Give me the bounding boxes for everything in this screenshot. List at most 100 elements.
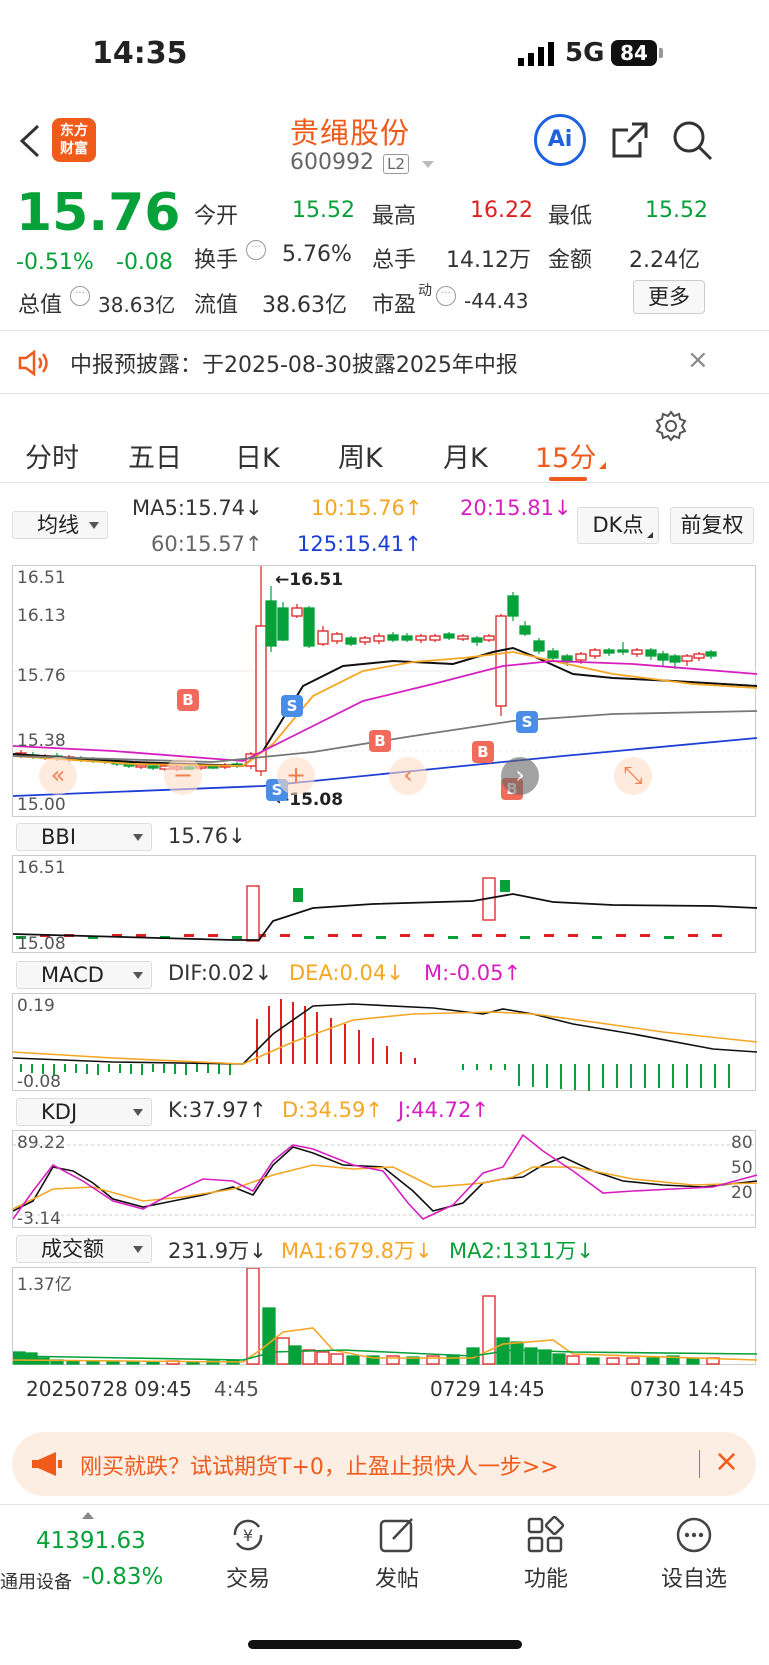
scroll-right-icon[interactable]: › bbox=[501, 757, 539, 795]
watchlist-button[interactable]: 设自选 bbox=[634, 1515, 754, 1593]
open-label: 今开 bbox=[194, 204, 239, 229]
low-label: 最低 bbox=[548, 204, 593, 229]
scroll-left-icon[interactable]: ‹ bbox=[389, 757, 427, 795]
ma-select[interactable]: 均线 bbox=[12, 511, 108, 539]
close-icon[interactable]: × bbox=[687, 345, 709, 375]
candle-body bbox=[331, 633, 343, 642]
amount-y-top: 1.37亿 bbox=[17, 1275, 72, 1295]
bbi-value: 15.76↓ bbox=[168, 824, 246, 848]
app-logo: 东方 财富 bbox=[52, 118, 96, 162]
macd-svg bbox=[13, 999, 757, 1091]
search-icon[interactable] bbox=[672, 120, 714, 162]
candle-body bbox=[631, 649, 643, 655]
info-icon[interactable]: ··· bbox=[70, 286, 90, 306]
info-icon[interactable]: ··· bbox=[436, 286, 456, 306]
candle-body bbox=[429, 635, 441, 641]
macd-select[interactable]: MACD bbox=[16, 961, 152, 989]
kdj-chart[interactable]: 89.22 -3.14 80 50 20 bbox=[12, 1130, 757, 1229]
amount-bar bbox=[262, 1307, 276, 1365]
bbi-candle bbox=[592, 936, 602, 939]
gear-icon[interactable] bbox=[655, 410, 687, 442]
bbi-candle bbox=[328, 934, 338, 937]
buy-signal[interactable]: B bbox=[177, 689, 199, 711]
tab-15min[interactable]: 15分 bbox=[535, 436, 596, 475]
amount-bar bbox=[686, 1357, 700, 1365]
more-button[interactable]: 更多 bbox=[633, 280, 705, 314]
buy-signal[interactable]: B bbox=[472, 741, 494, 763]
candle-body bbox=[617, 649, 629, 653]
fullscreen-icon[interactable]: ⤡ bbox=[614, 757, 652, 795]
stock-code-row[interactable]: 600992 L2 bbox=[290, 150, 435, 178]
post-label: 发帖 bbox=[374, 1567, 419, 1592]
mktcap-label: 总值 bbox=[18, 293, 63, 318]
notice-bar[interactable]: 中报预披露：于2025-08-30披露2025年中报 × bbox=[0, 331, 769, 393]
open-value: 15.52 bbox=[292, 198, 355, 223]
candle-body bbox=[443, 633, 455, 639]
index-ticker[interactable]: 41391.63 通用设备 -0.83% bbox=[0, 1510, 180, 1593]
candle-body bbox=[147, 765, 159, 769]
logo-text-1: 东方 bbox=[60, 123, 88, 139]
home-indicator bbox=[248, 1640, 522, 1649]
share-icon[interactable] bbox=[610, 120, 650, 160]
post-button[interactable]: 发帖 bbox=[337, 1515, 457, 1593]
dk-button[interactable]: DK点 bbox=[577, 507, 659, 544]
info-icon[interactable]: ··· bbox=[246, 240, 266, 260]
scroll-left-fast-icon[interactable]: « bbox=[39, 757, 77, 795]
tab-zhouk[interactable]: 周K bbox=[338, 436, 383, 475]
tab-dropdown-icon bbox=[599, 462, 606, 469]
tab-wuri[interactable]: 五日 bbox=[128, 436, 182, 475]
bbi-chart[interactable]: 16.51 15.08 bbox=[12, 855, 757, 954]
tab-yuek[interactable]: 月K bbox=[443, 436, 488, 475]
j-line bbox=[13, 1133, 757, 1220]
bbi-candle bbox=[208, 934, 218, 937]
candle-body bbox=[471, 637, 483, 643]
banner-text: 刚买就跌？试试期货T+0，止盈止损快人一步>> bbox=[80, 1455, 559, 1480]
nav-bar: 东方 财富 贵绳股份 600992 L2 Ai bbox=[0, 110, 769, 194]
ma20-value: 20:15.81↓ bbox=[460, 496, 572, 520]
x-axis-label: 20250728 09:45 bbox=[26, 1377, 192, 1401]
ai-button[interactable]: Ai bbox=[534, 114, 586, 166]
status-time: 14:35 bbox=[92, 36, 188, 71]
speaker-icon bbox=[18, 349, 48, 377]
grid-icon bbox=[527, 1515, 565, 1553]
trade-button[interactable]: ¥ 交易 bbox=[188, 1515, 308, 1593]
ma5-value: MA5:15.74↓ bbox=[132, 496, 263, 520]
promo-banner[interactable]: 刚买就跌？试试期货T+0，止盈止损快人一步>> × bbox=[12, 1432, 756, 1496]
adjust-button[interactable]: 前复权 bbox=[670, 507, 754, 544]
ma60-value: 60:15.57↑ bbox=[151, 532, 263, 556]
bbi-select[interactable]: BBI bbox=[16, 823, 152, 851]
ma10-value: 10:15.76↑ bbox=[311, 496, 423, 520]
banner-close-icon[interactable]: × bbox=[714, 1444, 739, 1479]
function-button[interactable]: 功能 bbox=[486, 1515, 606, 1593]
network-label: 5G bbox=[565, 38, 605, 68]
amount-select-label: 成交额 bbox=[41, 1237, 104, 1261]
candle-body bbox=[547, 650, 559, 659]
macd-chart[interactable]: 0.19 -0.08 bbox=[12, 993, 757, 1092]
mktcap-value: 38.63亿 bbox=[98, 293, 176, 317]
pe-sup: 动 bbox=[418, 283, 432, 299]
chevron-down-icon bbox=[422, 161, 435, 168]
zoom-in-icon[interactable]: + bbox=[277, 757, 315, 795]
kdj-select[interactable]: KDJ bbox=[16, 1098, 152, 1126]
macd-m: M:-0.05↑ bbox=[424, 961, 522, 985]
index-value: 41391.63 bbox=[36, 1528, 146, 1554]
buy-signal[interactable]: B bbox=[369, 730, 391, 752]
amount-bar bbox=[24, 1352, 38, 1365]
sell-signal[interactable]: S bbox=[281, 695, 303, 717]
amount-bar bbox=[552, 1353, 566, 1365]
zoom-out-icon[interactable]: − bbox=[164, 757, 202, 795]
kline-chart[interactable]: 16.51 16.13 15.76 15.38 15.00 ←16.51 ←15… bbox=[12, 565, 757, 817]
kdj-ref-80: 80 bbox=[731, 1133, 753, 1153]
macd-y-bottom: -0.08 bbox=[17, 1072, 61, 1092]
tab-fenshi[interactable]: 分时 bbox=[25, 436, 79, 475]
ma125-value: 125:15.41↑ bbox=[297, 532, 422, 556]
tab-rik[interactable]: 日K bbox=[235, 436, 280, 475]
sell-signal[interactable]: S bbox=[516, 711, 538, 733]
amount-chart[interactable]: 1.37亿 bbox=[12, 1267, 757, 1365]
amount-bar bbox=[106, 1361, 120, 1365]
notice-text: 中报预披露：于2025-08-30披露2025年中报 bbox=[70, 353, 518, 378]
amount-select[interactable]: 成交额 bbox=[16, 1235, 152, 1263]
back-icon[interactable] bbox=[18, 124, 42, 158]
x-axis-label: 0730 14:45 bbox=[630, 1377, 745, 1401]
bbi-svg bbox=[13, 877, 757, 942]
